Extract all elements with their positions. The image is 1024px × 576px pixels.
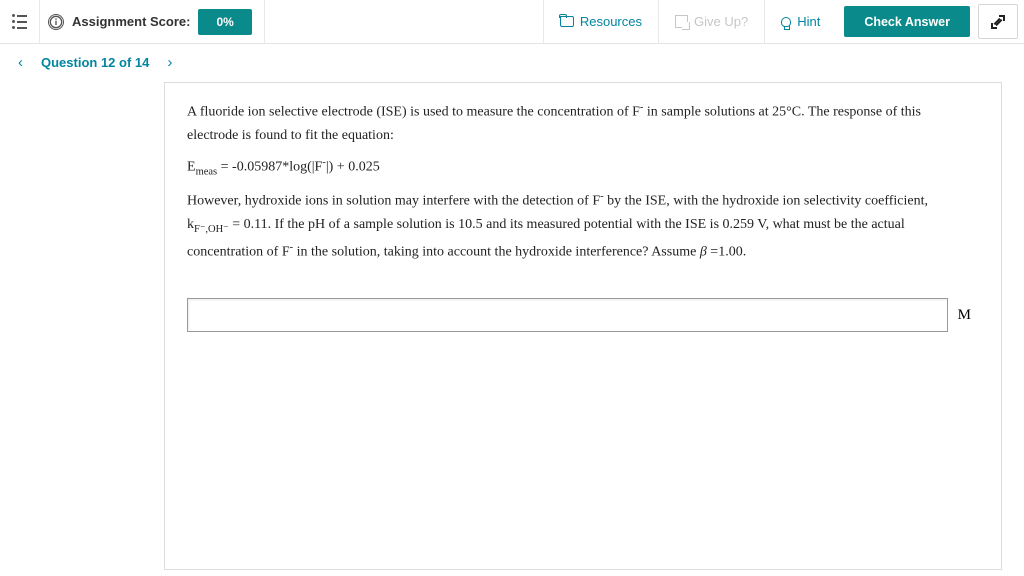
fullscreen-button[interactable] bbox=[978, 4, 1018, 39]
top-toolbar: Assignment Score: 0% Resources Give Up? … bbox=[0, 0, 1024, 44]
check-answer-button[interactable]: Check Answer bbox=[844, 6, 970, 37]
question-panel: A fluoride ion selective electrode (ISE)… bbox=[164, 82, 1002, 570]
question-nav: ‹ Question 12 of 14 › bbox=[0, 44, 1024, 80]
check-answer-label: Check Answer bbox=[864, 15, 950, 29]
answer-unit: M bbox=[958, 307, 971, 324]
info-icon[interactable] bbox=[48, 14, 64, 30]
resources-button[interactable]: Resources bbox=[543, 0, 658, 43]
give-up-button[interactable]: Give Up? bbox=[658, 0, 764, 43]
give-up-label: Give Up? bbox=[694, 14, 748, 29]
menu-button[interactable] bbox=[0, 0, 40, 43]
answer-row: M bbox=[187, 298, 971, 332]
hint-button[interactable]: Hint bbox=[764, 0, 836, 43]
score-badge: 0% bbox=[198, 9, 251, 35]
score-label: Assignment Score: bbox=[72, 14, 190, 29]
question-counter[interactable]: Question 12 of 14 bbox=[41, 55, 149, 70]
resources-label: Resources bbox=[580, 14, 642, 29]
list-icon bbox=[12, 14, 27, 29]
answer-input[interactable] bbox=[187, 298, 948, 332]
exit-icon bbox=[675, 15, 688, 28]
prev-question-button[interactable]: ‹ bbox=[14, 50, 27, 75]
next-question-button[interactable]: › bbox=[163, 50, 176, 75]
assignment-score: Assignment Score: 0% bbox=[40, 0, 265, 43]
question-text: A fluoride ion selective electrode (ISE)… bbox=[187, 99, 971, 264]
bulb-icon bbox=[781, 17, 791, 27]
expand-icon bbox=[991, 15, 1005, 29]
spacer bbox=[265, 0, 543, 43]
folder-icon bbox=[560, 16, 574, 27]
content-area: A fluoride ion selective electrode (ISE)… bbox=[22, 82, 1002, 570]
hint-label: Hint bbox=[797, 14, 820, 29]
